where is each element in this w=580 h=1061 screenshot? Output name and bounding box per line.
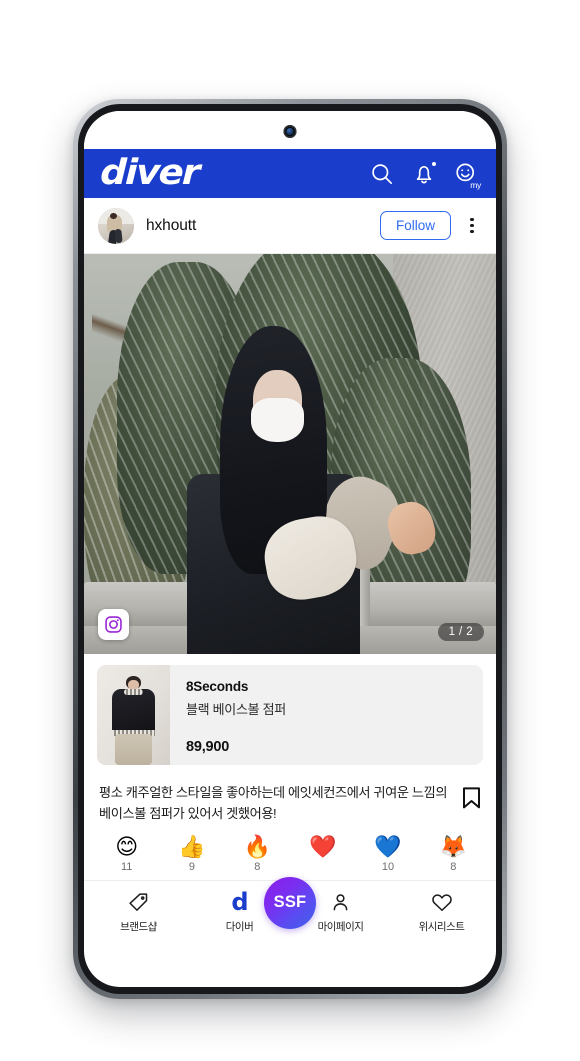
nav-label: 다이버 bbox=[225, 920, 254, 933]
thumbs-up-icon: 👍 bbox=[178, 834, 206, 860]
reaction-bar: 😊 11 👍 9 🔥 8 ❤️ 💙 10 🦊 8 bbox=[84, 826, 496, 881]
product-name: 블랙 베이스볼 점퍼 bbox=[186, 702, 286, 717]
smile-icon: 😊 bbox=[115, 834, 139, 860]
product-brand: 8Seconds bbox=[186, 679, 249, 694]
product-card[interactable]: 8Seconds 블랙 베이스볼 점퍼 89,900 bbox=[97, 665, 483, 765]
post-image[interactable]: 1 / 2 bbox=[84, 254, 496, 654]
reaction-count: 11 bbox=[120, 860, 133, 873]
brand-logo[interactable]: diver bbox=[100, 153, 200, 193]
phone-bezel: diver my hxhoutt Follow 1 / 2 8Seconds 블… bbox=[78, 104, 502, 994]
red-heart-icon: ❤️ bbox=[308, 834, 337, 860]
reaction-fire[interactable]: 🔥 8 bbox=[234, 834, 280, 873]
post-header: hxhoutt Follow bbox=[84, 198, 496, 254]
notification-dot bbox=[431, 161, 436, 166]
avatar[interactable] bbox=[98, 207, 134, 244]
my-smiley-icon[interactable]: my bbox=[453, 161, 481, 190]
post-options-menu-icon[interactable] bbox=[462, 213, 482, 239]
ssf-button[interactable]: SSF bbox=[264, 876, 316, 929]
caption-section: 평소 캐주얼한 스타일을 좋아하는데 에잇세컨즈에서 귀여운 느낌의 베이스볼 … bbox=[84, 774, 496, 827]
bookmark-icon[interactable] bbox=[461, 786, 482, 813]
nav-item-wishlist[interactable]: 위시리스트 bbox=[408, 892, 476, 934]
blue-heart-icon: 💙 bbox=[374, 834, 402, 860]
nav-item-my-page[interactable]: 마이페이지 bbox=[307, 892, 375, 934]
product-info: 8Seconds 블랙 베이스볼 점퍼 89,900 bbox=[170, 665, 483, 765]
diver-d-icon: d bbox=[231, 887, 248, 916]
reaction-count: 9 bbox=[188, 860, 196, 873]
fox-icon: 🦊 bbox=[439, 834, 467, 860]
phone-screen: diver my hxhoutt Follow 1 / 2 8Seconds 블… bbox=[84, 111, 496, 987]
heart-icon bbox=[431, 892, 453, 914]
product-price: 89,900 bbox=[186, 739, 230, 755]
person-icon bbox=[330, 892, 351, 914]
reaction-count: 8 bbox=[254, 860, 261, 873]
reaction-blue-heart[interactable]: 💙 10 bbox=[365, 834, 411, 873]
search-icon[interactable] bbox=[369, 161, 395, 187]
product-thumbnail bbox=[97, 665, 170, 765]
app-header: diver my bbox=[84, 149, 496, 198]
nav-item-brand-shop[interactable]: 브랜드샵 bbox=[105, 892, 173, 934]
reaction-count: 10 bbox=[381, 860, 395, 873]
username[interactable]: hxhoutt bbox=[146, 217, 196, 235]
nav-label: 마이페이지 bbox=[317, 920, 364, 933]
instagram-icon[interactable] bbox=[98, 609, 129, 640]
reaction-count: 8 bbox=[450, 860, 457, 873]
fire-icon: 🔥 bbox=[243, 834, 272, 860]
header-actions: my bbox=[369, 161, 481, 190]
reaction-smile[interactable]: 😊 11 bbox=[104, 834, 150, 873]
bottom-navigation: 브랜드샵 d 다이버 SSF 마이페이지 위시리스트 bbox=[84, 876, 496, 943]
bell-icon[interactable] bbox=[411, 161, 437, 187]
person-mask bbox=[250, 398, 305, 442]
post-caption: 평소 캐주얼한 스타일을 좋아하는데 에잇세컨즈에서 귀여운 느낌의 베이스볼 … bbox=[99, 785, 448, 822]
my-label: my bbox=[470, 179, 481, 190]
product-section: 8Seconds 블랙 베이스볼 점퍼 89,900 bbox=[84, 654, 496, 774]
reaction-thumbs-up[interactable]: 👍 9 bbox=[169, 834, 215, 873]
reaction-fox[interactable]: 🦊 8 bbox=[430, 834, 476, 873]
tag-icon bbox=[128, 892, 149, 914]
phone-frame: diver my hxhoutt Follow 1 / 2 8Seconds 블… bbox=[73, 99, 507, 999]
follow-button[interactable]: Follow bbox=[379, 210, 451, 241]
reaction-red-heart[interactable]: ❤️ bbox=[300, 834, 346, 861]
nav-label: 위시리스트 bbox=[418, 920, 465, 933]
front-camera-icon bbox=[283, 125, 297, 138]
image-page-indicator: 1 / 2 bbox=[437, 623, 484, 641]
nav-label: 브랜드샵 bbox=[120, 920, 157, 933]
